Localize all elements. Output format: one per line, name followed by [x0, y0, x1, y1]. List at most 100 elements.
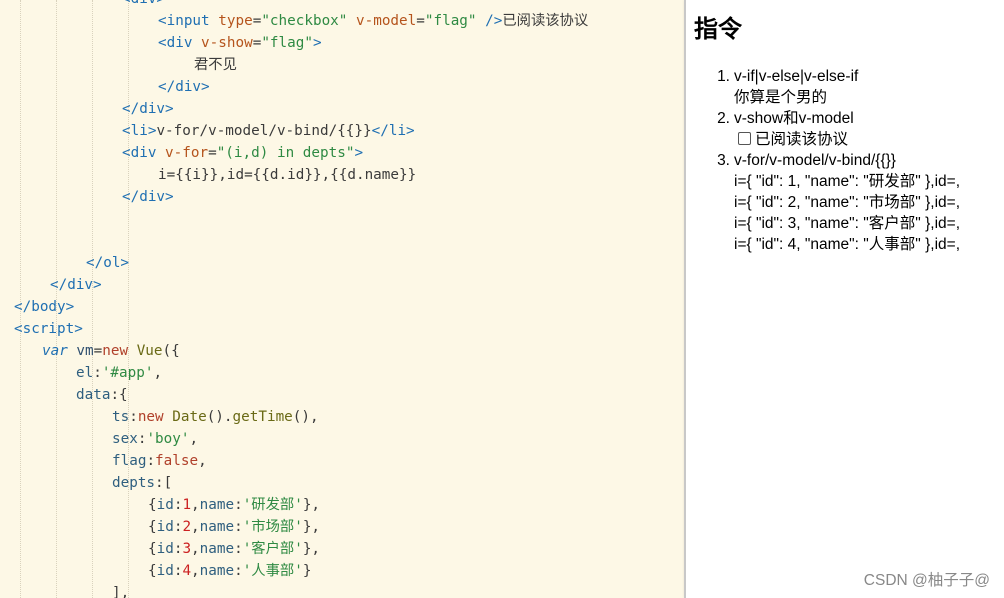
- browser-preview: 指令 1. v-if|v-else|v-else-if 你算是个男的 2. v-…: [686, 0, 1004, 598]
- code-token: ({: [162, 343, 180, 359]
- code-token: '研发部': [242, 497, 303, 513]
- code-token: false: [155, 453, 199, 469]
- code-token: },: [302, 497, 321, 513]
- code-token: (),: [292, 409, 319, 425]
- list-item-label: v-if|v-else|v-else-if: [734, 68, 859, 85]
- code-line[interactable]: </div>: [122, 186, 174, 208]
- dept-row: i={ "id": 1, "name": "研发部" },id=,: [734, 173, 960, 190]
- code-line[interactable]: var vm=new Vue({: [42, 340, 180, 362]
- code-token: depts: [112, 475, 156, 491]
- code-line[interactable]: </div>: [122, 98, 174, 120]
- code-line[interactable]: ts:new Date().getTime(),: [112, 406, 319, 428]
- code-token: <div>: [122, 0, 165, 7]
- code-token: name: [199, 541, 235, 557]
- code-line[interactable]: 君不见: [194, 54, 237, 76]
- code-token: Vue: [136, 343, 163, 359]
- code-line[interactable]: <div>: [122, 0, 165, 10]
- code-line[interactable]: flag:false,: [112, 450, 207, 472]
- code-token: ts: [112, 409, 130, 425]
- code-token: =: [93, 343, 103, 359]
- code-token: }: [302, 563, 312, 579]
- code-editor[interactable]: <div><input type="checkbox" v-model="fla…: [0, 0, 684, 598]
- code-token: v-model: [356, 13, 417, 29]
- code-token: el: [76, 365, 94, 381]
- code-token: v-for: [165, 145, 209, 161]
- code-line[interactable]: depts:[: [112, 472, 172, 494]
- code-token: :: [234, 497, 243, 513]
- code-token: ,: [191, 519, 200, 535]
- code-token: type: [218, 13, 253, 29]
- code-line[interactable]: data:{: [76, 384, 128, 406]
- code-line[interactable]: {id:4,name:'人事部'}: [148, 560, 311, 582]
- code-token: 'boy': [146, 431, 190, 447]
- code-token: flag: [112, 453, 147, 469]
- code-line[interactable]: {id:2,name:'市场部'},: [148, 516, 320, 538]
- code-line[interactable]: <li>v-for/v-model/v-bind/{{}}</li>: [122, 120, 415, 142]
- code-token: :: [146, 453, 156, 469]
- code-line[interactable]: </ol>: [86, 252, 129, 274]
- code-token: </div>: [122, 101, 174, 117]
- code-token: :: [234, 563, 243, 579]
- agreement-checkbox[interactable]: [738, 132, 751, 145]
- code-line[interactable]: i={{i}},id={{d.id}},{{d.name}}: [158, 164, 416, 186]
- code-token: getTime: [232, 409, 293, 425]
- code-line[interactable]: </body>: [14, 296, 74, 318]
- code-token: :{: [110, 387, 128, 403]
- code-line[interactable]: </div>: [158, 76, 210, 98]
- code-token: Date: [172, 409, 207, 425]
- list-item-label: v-for/v-model/v-bind/{{}}: [734, 152, 896, 169]
- code-token: </li>: [371, 123, 415, 139]
- code-token: "checkbox": [261, 13, 348, 29]
- code-token: {: [148, 541, 157, 557]
- code-token: ,: [189, 431, 199, 447]
- code-token: name: [199, 497, 235, 513]
- code-line[interactable]: {id:3,name:'客户部'},: [148, 538, 320, 560]
- code-token: </body>: [14, 299, 75, 315]
- code-line[interactable]: </div>: [50, 274, 102, 296]
- code-token: >: [354, 145, 364, 161]
- code-token: <li>: [122, 123, 157, 139]
- code-token: 3: [182, 541, 192, 557]
- code-token: <div: [158, 35, 193, 51]
- list-number: 3.: [717, 152, 730, 169]
- page-title: 指令: [694, 16, 742, 43]
- code-token: <div: [122, 145, 157, 161]
- if-result-text: 你算是个男的: [734, 89, 828, 106]
- code-token: var: [42, 343, 68, 359]
- code-line[interactable]: <div v-for="(i,d) in depts">: [122, 142, 363, 164]
- code-token: data: [76, 387, 111, 403]
- code-token: :: [234, 519, 243, 535]
- code-token: '客户部': [242, 541, 303, 557]
- code-token: v-for/v-model/v-bind/{{}}: [156, 123, 372, 139]
- dept-row: i={ "id": 3, "name": "客户部" },id=,: [734, 215, 960, 232]
- agreement-checkbox-label: 已阅读该协议: [755, 131, 849, 148]
- code-line[interactable]: el:'#app',: [76, 362, 162, 384]
- code-token: :: [93, 365, 102, 381]
- code-token: <script>: [14, 321, 83, 337]
- list-number: 1.: [717, 68, 730, 85]
- code-line[interactable]: {id:1,name:'研发部'},: [148, 494, 320, 516]
- code-token: </div>: [122, 189, 174, 205]
- code-line[interactable]: <div v-show="flag">: [158, 32, 322, 54]
- code-line[interactable]: <script>: [14, 318, 83, 340]
- code-line[interactable]: ],: [112, 582, 129, 598]
- code-token: {: [148, 497, 157, 513]
- code-token: "(i,d) in depts": [216, 145, 355, 161]
- code-token: :[: [155, 475, 173, 491]
- code-token: :: [129, 409, 138, 425]
- code-token: 已阅读该协议: [502, 13, 589, 29]
- code-token: {: [148, 519, 157, 535]
- code-line[interactable]: sex:'boy',: [112, 428, 198, 450]
- code-token: "flag": [424, 13, 477, 29]
- code-token: ,: [198, 453, 207, 469]
- code-token: 2: [182, 519, 192, 535]
- code-token: </div>: [158, 79, 210, 95]
- code-token: "flag": [261, 35, 313, 51]
- code-line[interactable]: <input type="checkbox" v-model="flag" />…: [158, 10, 588, 32]
- code-token: =: [208, 145, 217, 161]
